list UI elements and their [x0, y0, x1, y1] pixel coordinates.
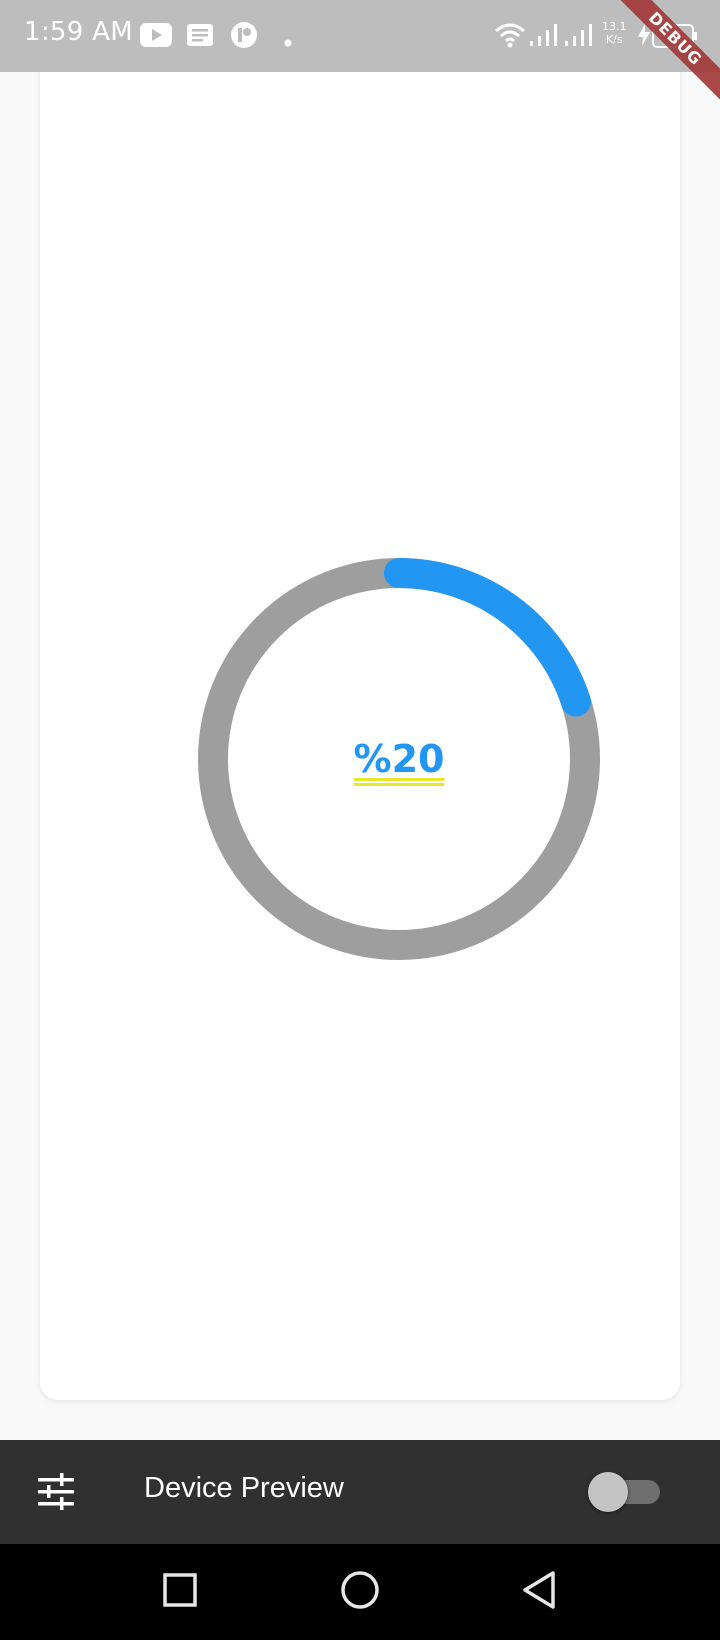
app-icon: [230, 21, 258, 53]
network-speed-value: 13.1: [602, 20, 627, 33]
screen-card: %20: [40, 40, 680, 1400]
back-icon[interactable]: [520, 1570, 560, 1614]
notes-icon: [187, 24, 213, 50]
tune-icon[interactable]: [36, 1472, 76, 1516]
recents-icon[interactable]: [162, 1570, 198, 1614]
status-bar: 1:59 AM 13.1 K/s 98: [0, 0, 720, 72]
home-icon[interactable]: [340, 1570, 380, 1614]
toggle-thumb[interactable]: [588, 1472, 628, 1512]
status-time: 1:59 AM: [24, 17, 133, 47]
dot-icon: [284, 32, 292, 51]
device-preview-toggle[interactable]: [588, 1472, 664, 1512]
signal-icon: [565, 22, 593, 52]
wifi-icon: [494, 22, 526, 52]
circular-progress: %20: [198, 558, 600, 960]
system-nav-bar: [0, 1544, 720, 1640]
network-speed-unit: K/s: [605, 33, 623, 46]
percent-label-container: %20: [198, 558, 600, 960]
signal-icon: [530, 22, 558, 52]
network-speed: 13.1 K/s: [602, 20, 627, 46]
device-frame: %20: [0, 0, 720, 1440]
percent-label: %20: [353, 737, 445, 781]
youtube-icon: [140, 22, 172, 52]
toolbar-title: Device Preview: [144, 1472, 344, 1504]
device-preview-toolbar: Device Preview: [0, 1440, 720, 1544]
